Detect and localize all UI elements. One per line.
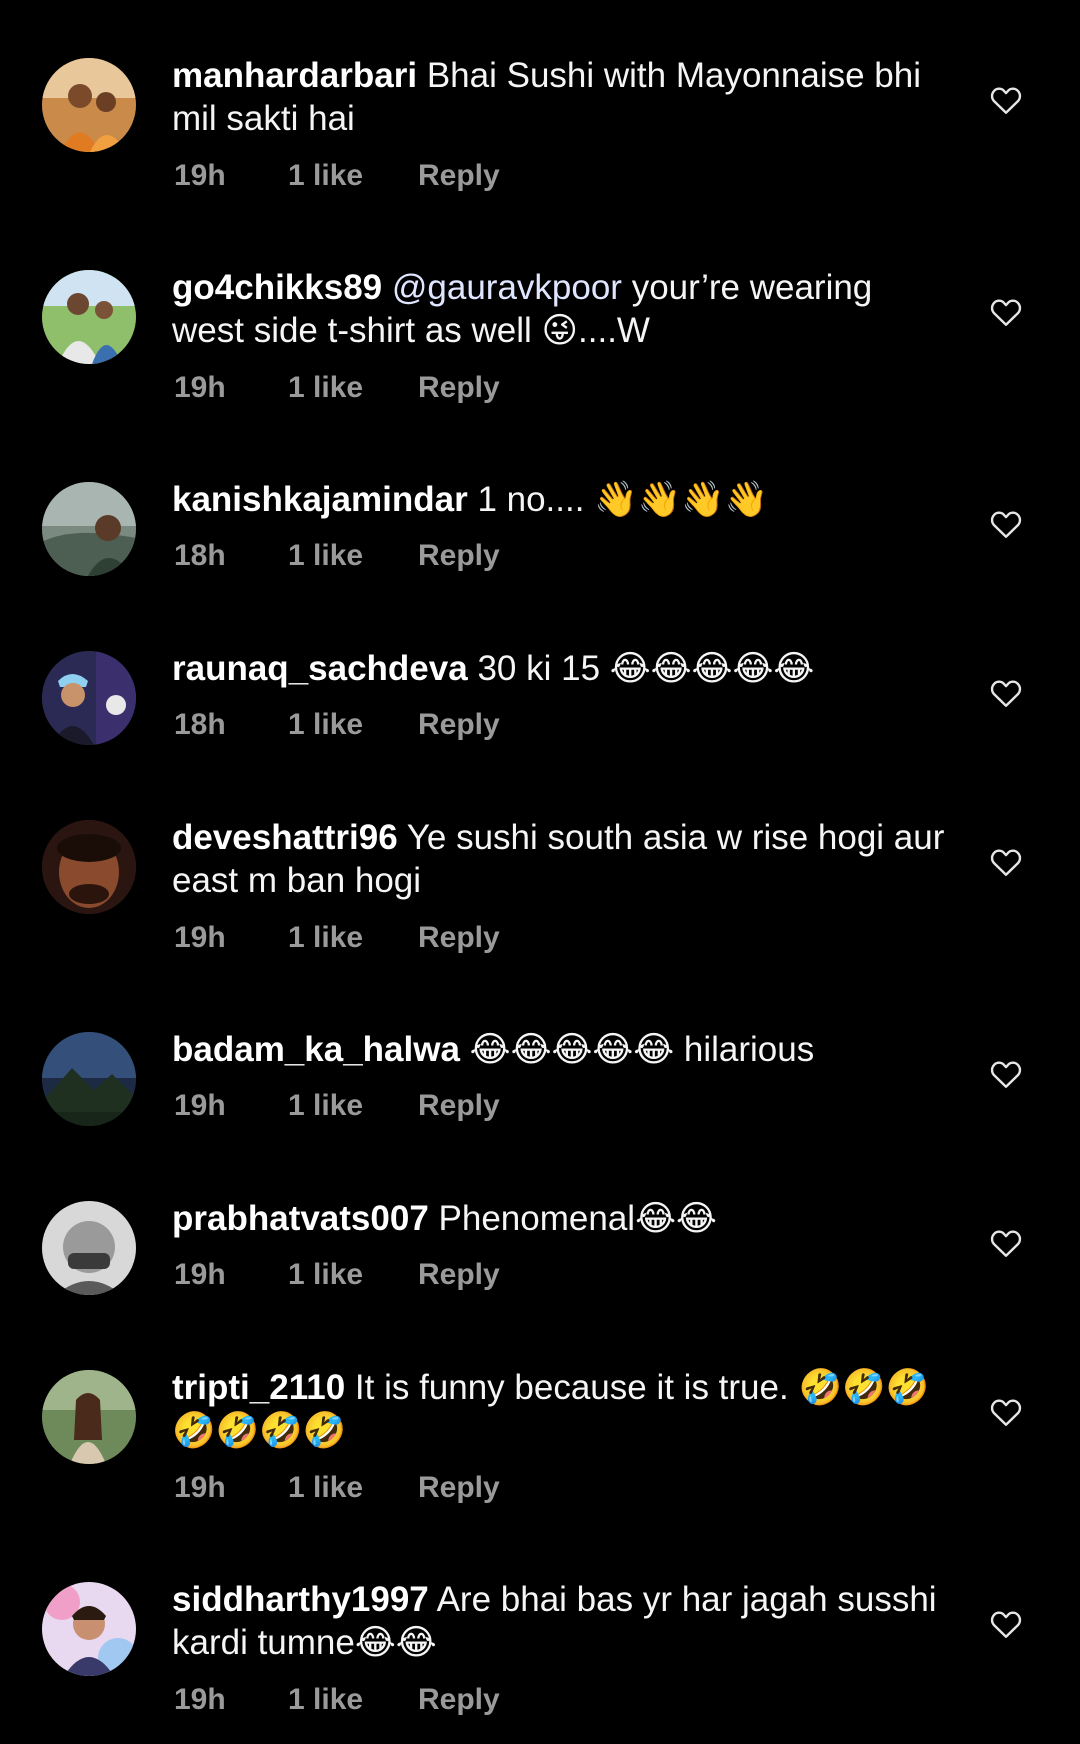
comment-username[interactable]: raunaq_sachdeva [172,649,468,688]
heart-icon[interactable] [988,82,1024,118]
comment-likes[interactable]: 1 like [288,1683,418,1717]
heart-icon[interactable] [988,1606,1024,1642]
reply-button[interactable]: Reply [418,539,500,573]
avatar[interactable] [42,482,136,576]
comment-meta: 19h 1 like Reply [174,1680,500,1720]
comment-meta: 18h 1 like Reply [174,536,500,576]
comment-meta: 19h 1 like Reply [174,156,500,196]
reply-button[interactable]: Reply [418,1089,500,1123]
comment-likes[interactable]: 1 like [288,371,418,405]
avatar[interactable] [42,270,136,364]
heart-icon[interactable] [988,1056,1024,1092]
comment-time: 19h [174,921,226,954]
heart-icon[interactable] [988,1225,1024,1261]
comment-likes[interactable]: 1 like [288,921,418,955]
comment-likes[interactable]: 1 like [288,708,418,742]
reply-button[interactable]: Reply [418,159,500,193]
comment-text: 1 no.... 👋👋👋👋 [477,480,769,519]
comment-likes[interactable]: 1 like [288,1258,418,1292]
comment-meta: 19h 1 like Reply [174,1255,500,1295]
reply-button[interactable]: Reply [418,1683,500,1717]
comment-username[interactable]: tripti_2110 [172,1368,345,1407]
comment-likes[interactable]: 1 like [288,1089,418,1123]
comment-meta: 19h 1 like Reply [174,1468,500,1508]
heart-icon[interactable] [988,1394,1024,1430]
comment-time: 19h [174,159,226,192]
comment-meta: 19h 1 like Reply [174,1086,500,1126]
heart-icon[interactable] [988,294,1024,330]
comment-text-block: badam_ka_halwa 😂😂😂😂😂 hilarious [172,1028,952,1071]
comment-meta: 19h 1 like Reply [174,368,500,408]
comment-time: 19h [174,1089,226,1122]
avatar[interactable] [42,1370,136,1464]
avatar[interactable] [42,1582,136,1676]
comment-meta: 18h 1 like Reply [174,705,500,745]
comment-likes[interactable]: 1 like [288,1471,418,1505]
comment-text: 😂😂😂😂😂 hilarious [469,1030,815,1069]
heart-icon[interactable] [988,506,1024,542]
comment-time: 19h [174,371,226,404]
comment-text-block: go4chikks89 @gauravkpoor your’re wearing… [172,266,952,352]
comment-time: 18h [174,708,226,741]
comment-text: 30 ki 15 😂😂😂😂😂 [477,649,815,688]
comment-username[interactable]: go4chikks89 [172,268,382,307]
comment-likes[interactable]: 1 like [288,539,418,573]
comment-text: Phenomenal😂😂 [438,1199,717,1238]
comment-text-block: kanishkajamindar 1 no.... 👋👋👋👋 [172,478,952,521]
comment-likes[interactable]: 1 like [288,159,418,193]
avatar[interactable] [42,58,136,152]
comment-time: 19h [174,1683,226,1716]
avatar[interactable] [42,820,136,914]
reply-button[interactable]: Reply [418,921,500,955]
reply-button[interactable]: Reply [418,1471,500,1505]
avatar[interactable] [42,651,136,745]
comment-username[interactable]: siddharthy1997 [172,1580,429,1619]
reply-button[interactable]: Reply [418,708,500,742]
comment-meta: 19h 1 like Reply [174,918,500,958]
comment-text-block: raunaq_sachdeva 30 ki 15 😂😂😂😂😂 [172,647,952,690]
comment-text-block: tripti_2110 It is funny because it is tr… [172,1366,952,1452]
comment-text-block: prabhatvats007 Phenomenal😂😂 [172,1197,952,1240]
comment-time: 19h [174,1471,226,1504]
comment-time: 19h [174,1258,226,1291]
reply-button[interactable]: Reply [418,371,500,405]
comment-username[interactable]: manhardarbari [172,56,417,95]
comment-text-block: deveshattri96 Ye sushi south asia w rise… [172,816,952,902]
comment-username[interactable]: kanishkajamindar [172,480,468,519]
comment-username[interactable]: deveshattri96 [172,818,398,857]
avatar[interactable] [42,1032,136,1126]
comment-text-block: manhardarbari Bhai Sushi with Mayonnaise… [172,54,952,140]
comment-text-block: siddharthy1997 Are bhai bas yr har jagah… [172,1578,952,1664]
heart-icon[interactable] [988,675,1024,711]
heart-icon[interactable] [988,844,1024,880]
avatar[interactable] [42,1201,136,1295]
comment-mention[interactable]: @gauravkpoor [392,268,622,307]
reply-button[interactable]: Reply [418,1258,500,1292]
comment-username[interactable]: badam_ka_halwa [172,1030,460,1069]
comment-username[interactable]: prabhatvats007 [172,1199,429,1238]
comment-time: 18h [174,539,226,572]
